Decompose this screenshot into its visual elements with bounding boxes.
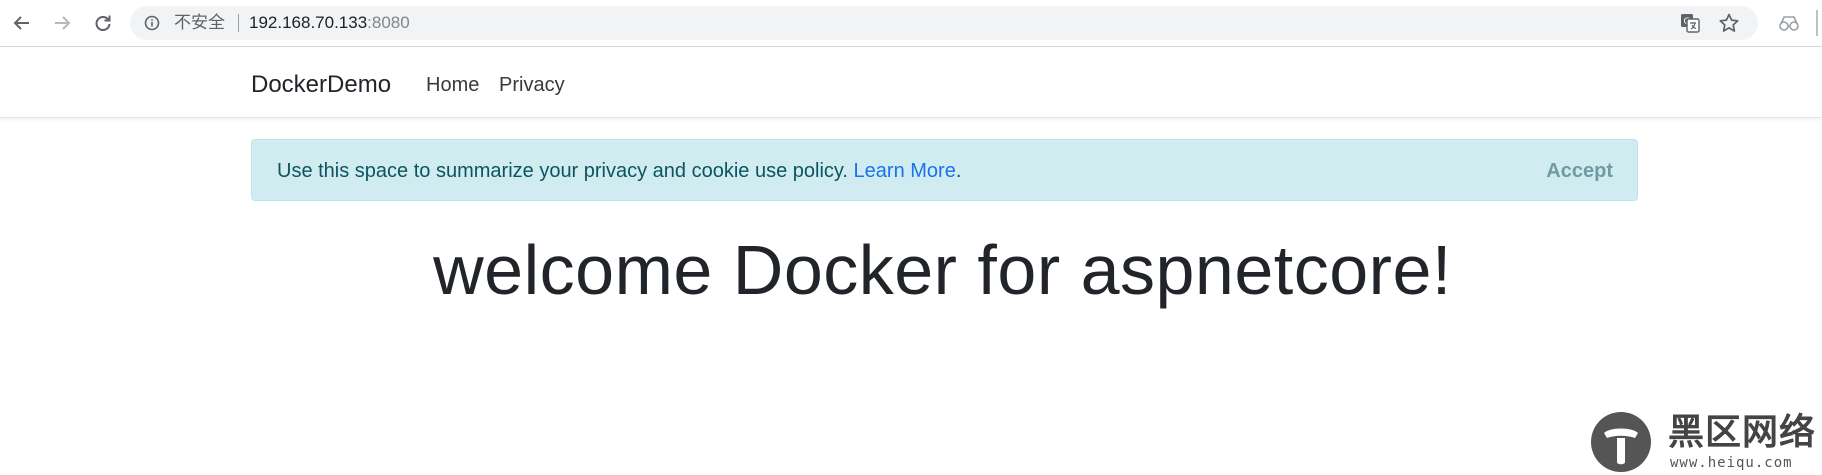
translate-icon[interactable]: G — [1680, 13, 1700, 33]
cookie-consent-alert: Use this space to summarize your privacy… — [251, 139, 1638, 201]
forward-button[interactable] — [47, 8, 77, 38]
forward-arrow-icon — [55, 16, 71, 30]
reload-icon — [95, 15, 111, 31]
site-navbar: DockerDemo Home Privacy — [0, 47, 1822, 118]
welcome-heading: welcome Docker for aspnetcore! — [433, 231, 1452, 309]
address-bar[interactable]: 不安全 192.168.70.133:8080 G — [130, 6, 1758, 40]
url-host: 192.168.70.133 — [249, 13, 368, 32]
brand-link[interactable]: DockerDemo — [251, 71, 391, 99]
watermark-logo — [1591, 412, 1651, 472]
star-icon[interactable] — [1718, 12, 1740, 34]
learn-more-link[interactable]: Learn More — [854, 160, 956, 182]
reload-button[interactable] — [88, 8, 118, 38]
security-label[interactable]: 不安全 — [174, 13, 225, 33]
cookie-message-suffix: . — [955, 160, 962, 182]
cookie-message: Use this space to summarize your privacy… — [277, 159, 961, 183]
info-icon[interactable] — [144, 15, 160, 31]
watermark-name: 黑区网络 — [1668, 412, 1817, 453]
watermark: 黑区网络 www.heiqu.com — [1588, 409, 1822, 475]
accept-button[interactable]: Accept — [1546, 159, 1613, 183]
nav-link-home[interactable]: Home — [426, 73, 479, 97]
browser-toolbar: 不安全 192.168.70.133:8080 G — [0, 0, 1822, 47]
url-port: :8080 — [367, 13, 410, 32]
watermark-url: www.heiqu.com — [1670, 455, 1793, 471]
back-arrow-icon — [13, 16, 29, 30]
cookie-message-text: Use this space to summarize your privacy… — [277, 160, 854, 182]
url-text[interactable]: 192.168.70.133:8080 — [249, 13, 410, 33]
back-button[interactable] — [7, 8, 37, 38]
omnibox-divider — [238, 14, 239, 32]
nav-link-privacy[interactable]: Privacy — [499, 73, 565, 97]
toolbar-edge — [1816, 10, 1818, 36]
profile-icon[interactable] — [1778, 12, 1800, 34]
